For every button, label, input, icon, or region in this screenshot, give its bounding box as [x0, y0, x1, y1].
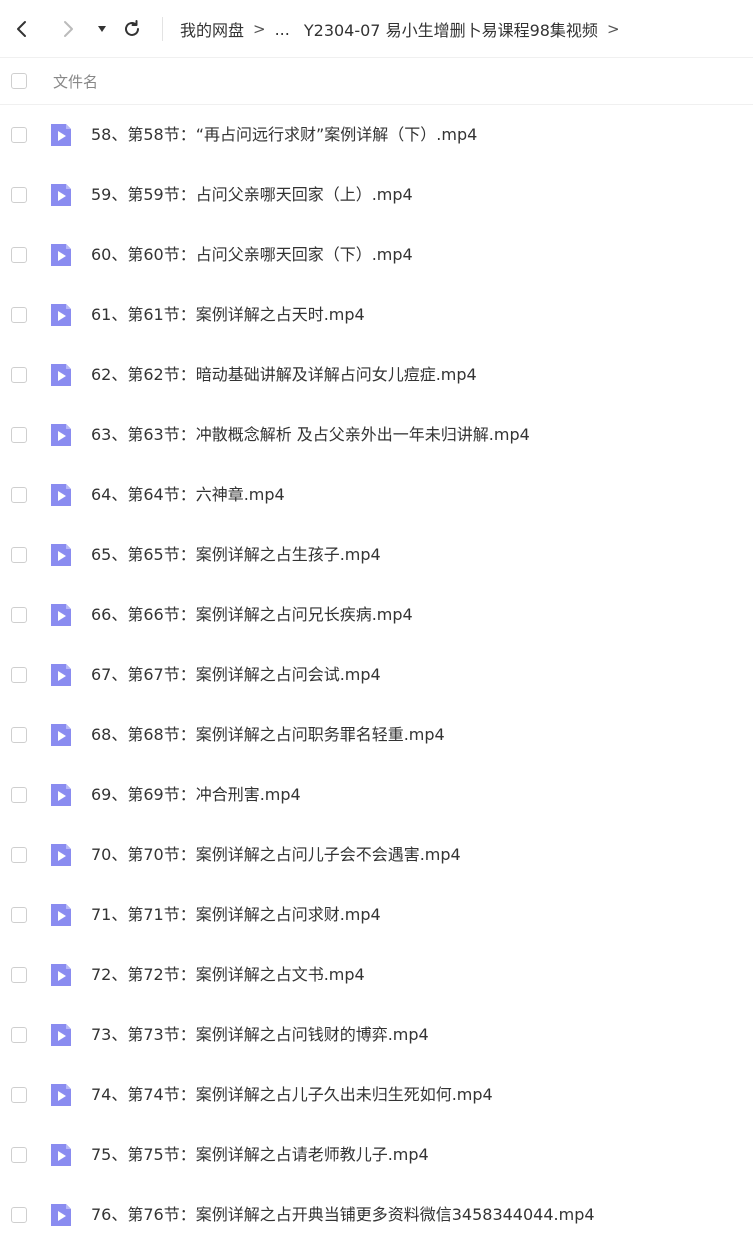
file-row[interactable]: 58、第58节：“再占问远行求财”案例详解（下）.mp4 [0, 105, 753, 165]
video-file-icon [48, 482, 74, 508]
file-row[interactable]: 67、第67节：案例详解之占问会试.mp4 [0, 645, 753, 705]
file-row[interactable]: 61、第61节：案例详解之占天时.mp4 [0, 285, 753, 345]
list-header: 文件名 [0, 59, 753, 105]
file-row[interactable]: 70、第70节：案例详解之占问儿子会不会遇害.mp4 [0, 825, 753, 885]
select-all-checkbox[interactable] [11, 73, 27, 89]
file-checkbox[interactable] [11, 787, 27, 803]
video-file-icon [48, 542, 74, 568]
file-checkbox[interactable] [11, 1207, 27, 1223]
file-name[interactable]: 64、第64节：六神章.mp4 [91, 465, 285, 525]
file-row[interactable]: 73、第73节：案例详解之占问钱财的博弈.mp4 [0, 1005, 753, 1065]
file-checkbox[interactable] [11, 1027, 27, 1043]
file-name[interactable]: 61、第61节：案例详解之占天时.mp4 [91, 285, 365, 345]
file-checkbox[interactable] [11, 307, 27, 323]
back-button[interactable] [10, 17, 34, 41]
file-name[interactable]: 62、第62节：暗动基础讲解及详解占问女儿痘症.mp4 [91, 345, 477, 405]
file-row[interactable]: 68、第68节：案例详解之占问职务罪名轻重.mp4 [0, 705, 753, 765]
forward-button[interactable] [56, 17, 80, 41]
file-row[interactable]: 71、第71节：案例详解之占问求财.mp4 [0, 885, 753, 945]
breadcrumb-trailing-separator: > [606, 20, 620, 38]
file-name[interactable]: 69、第69节：冲合刑害.mp4 [91, 765, 301, 825]
file-row[interactable]: 63、第63节：冲散概念解析 及占父亲外出一年未归讲解.mp4 [0, 405, 753, 465]
file-row[interactable]: 72、第72节：案例详解之占文书.mp4 [0, 945, 753, 1005]
file-row[interactable]: 65、第65节：案例详解之占生孩子.mp4 [0, 525, 753, 585]
file-checkbox[interactable] [11, 1147, 27, 1163]
file-checkbox[interactable] [11, 847, 27, 863]
file-name[interactable]: 70、第70节：案例详解之占问儿子会不会遇害.mp4 [91, 825, 461, 885]
refresh-icon [125, 20, 139, 36]
video-file-icon [48, 1022, 74, 1048]
file-name[interactable]: 63、第63节：冲散概念解析 及占父亲外出一年未归讲解.mp4 [91, 405, 530, 465]
file-name[interactable]: 66、第66节：案例详解之占问兄长疾病.mp4 [91, 585, 413, 645]
file-name[interactable]: 68、第68节：案例详解之占问职务罪名轻重.mp4 [91, 705, 445, 765]
file-list: 58、第58节：“再占问远行求财”案例详解（下）.mp4 59、第59节：占问父亲… [0, 105, 753, 1245]
file-checkbox[interactable] [11, 247, 27, 263]
caret-down-icon [98, 26, 106, 32]
breadcrumb-separator: > [253, 20, 266, 38]
file-name[interactable]: 65、第65节：案例详解之占生孩子.mp4 [91, 525, 381, 585]
file-name[interactable]: 59、第59节：占问父亲哪天回家（上）.mp4 [91, 165, 413, 225]
file-name[interactable]: 71、第71节：案例详解之占问求财.mp4 [91, 885, 381, 945]
video-file-icon [48, 362, 74, 388]
breadcrumb-ellipsis[interactable]: ... [275, 20, 290, 39]
file-checkbox[interactable] [11, 907, 27, 923]
file-checkbox[interactable] [11, 727, 27, 743]
video-file-icon [48, 902, 74, 928]
video-file-icon [48, 422, 74, 448]
video-file-icon [48, 302, 74, 328]
column-header-filename[interactable]: 文件名 [53, 59, 98, 105]
file-row[interactable]: 75、第75节：案例详解之占请老师教儿子.mp4 [0, 1125, 753, 1185]
file-checkbox[interactable] [11, 427, 27, 443]
chevron-right-icon [64, 21, 73, 37]
file-name[interactable]: 60、第60节：占问父亲哪天回家（下）.mp4 [91, 225, 413, 285]
file-row[interactable]: 59、第59节：占问父亲哪天回家（上）.mp4 [0, 165, 753, 225]
video-file-icon [48, 1082, 74, 1108]
breadcrumb-current-folder[interactable]: Y2304-07 易小生增删卜易课程98集视频 [304, 17, 598, 41]
video-file-icon [48, 602, 74, 628]
toolbar: 我的网盘 > ... Y2304-07 易小生增删卜易课程98集视频 > [0, 0, 753, 58]
video-file-icon [48, 122, 74, 148]
video-file-icon [48, 182, 74, 208]
chevron-left-icon [17, 21, 26, 37]
video-file-icon [48, 1142, 74, 1168]
toolbar-divider [162, 17, 163, 41]
file-name[interactable]: 73、第73节：案例详解之占问钱财的博弈.mp4 [91, 1005, 429, 1065]
file-row[interactable]: 74、第74节：案例详解之占儿子久出未归生死如何.mp4 [0, 1065, 753, 1125]
history-dropdown-button[interactable] [90, 17, 114, 41]
file-name[interactable]: 72、第72节：案例详解之占文书.mp4 [91, 945, 365, 1005]
file-checkbox[interactable] [11, 487, 27, 503]
file-row[interactable]: 66、第66节：案例详解之占问兄长疾病.mp4 [0, 585, 753, 645]
file-checkbox[interactable] [11, 967, 27, 983]
file-name[interactable]: 67、第67节：案例详解之占问会试.mp4 [91, 645, 381, 705]
file-row[interactable]: 69、第69节：冲合刑害.mp4 [0, 765, 753, 825]
file-checkbox[interactable] [11, 367, 27, 383]
breadcrumb-root[interactable]: 我的网盘 [180, 17, 244, 41]
file-checkbox[interactable] [11, 1087, 27, 1103]
video-file-icon [48, 1202, 74, 1228]
video-file-icon [48, 842, 74, 868]
file-name[interactable]: 74、第74节：案例详解之占儿子久出未归生死如何.mp4 [91, 1065, 493, 1125]
video-file-icon [48, 662, 74, 688]
file-row[interactable]: 60、第60节：占问父亲哪天回家（下）.mp4 [0, 225, 753, 285]
refresh-button[interactable] [120, 17, 144, 41]
video-file-icon [48, 782, 74, 808]
file-row[interactable]: 64、第64节：六神章.mp4 [0, 465, 753, 525]
file-checkbox[interactable] [11, 547, 27, 563]
file-checkbox[interactable] [11, 127, 27, 143]
file-name[interactable]: 76、第76节：案例详解之占开典当铺更多资料微信3458344044.mp4 [91, 1185, 595, 1245]
file-row[interactable]: 76、第76节：案例详解之占开典当铺更多资料微信3458344044.mp4 [0, 1185, 753, 1245]
file-checkbox[interactable] [11, 607, 27, 623]
file-checkbox[interactable] [11, 667, 27, 683]
video-file-icon [48, 962, 74, 988]
file-name[interactable]: 58、第58节：“再占问远行求财”案例详解（下）.mp4 [91, 105, 477, 165]
breadcrumb: 我的网盘 > ... Y2304-07 易小生增删卜易课程98集视频 > [180, 0, 629, 58]
video-file-icon [48, 722, 74, 748]
file-row[interactable]: 62、第62节：暗动基础讲解及详解占问女儿痘症.mp4 [0, 345, 753, 405]
video-file-icon [48, 242, 74, 268]
file-checkbox[interactable] [11, 187, 27, 203]
file-name[interactable]: 75、第75节：案例详解之占请老师教儿子.mp4 [91, 1125, 429, 1185]
